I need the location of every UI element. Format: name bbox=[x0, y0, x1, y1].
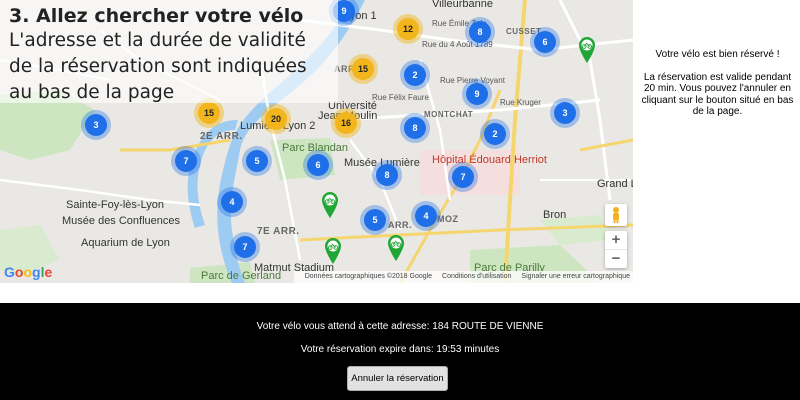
station-cluster-marker[interactable]: 6 bbox=[534, 31, 556, 53]
map-label-sainte-foy: Sainte-Foy-lès-Lyon bbox=[66, 199, 165, 211]
station-cluster-marker[interactable]: 2 bbox=[484, 123, 506, 145]
cancel-reservation-button[interactable]: Annuler la réservation bbox=[347, 366, 448, 391]
bike-pin-icon[interactable] bbox=[387, 234, 405, 262]
bike-address-text: Votre vélo vous attend à cette adresse: … bbox=[256, 321, 544, 332]
map-label-2e-arr: 2E ARR. bbox=[200, 131, 243, 142]
station-cluster-marker[interactable]: 8 bbox=[469, 21, 491, 43]
station-cluster-marker[interactable]: 3 bbox=[554, 102, 576, 124]
station-cluster-marker[interactable]: 6 bbox=[307, 154, 329, 176]
map-label-7e-arr: 7E ARR. bbox=[257, 226, 300, 237]
map-label-rue-kruger: Rue Kruger bbox=[500, 98, 541, 107]
map-label-parc-blandan: Parc Blandan bbox=[282, 142, 349, 154]
station-cluster-marker[interactable]: 12 bbox=[397, 18, 419, 40]
map-data-credit: Données cartographiques ©2018 Google bbox=[304, 273, 433, 280]
map-label-musee-confluences: Musée des Confluences bbox=[62, 215, 181, 227]
zoom-control: + − bbox=[605, 231, 627, 268]
station-cluster-marker[interactable]: 4 bbox=[415, 205, 437, 227]
zoom-in-button[interactable]: + bbox=[605, 231, 627, 249]
station-cluster-marker[interactable]: 7 bbox=[234, 236, 256, 258]
reservation-expiry-text: Votre réservation expire dans: 19:53 min… bbox=[300, 344, 500, 355]
reservation-footer: Votre vélo vous attend à cette adresse: … bbox=[0, 303, 800, 400]
google-logo[interactable]: Google bbox=[4, 264, 52, 280]
instruction-line-3: au bas de la page bbox=[9, 82, 175, 103]
station-cluster-marker[interactable]: 9 bbox=[466, 83, 488, 105]
map-label-montchat: MONTCHAT bbox=[424, 110, 474, 119]
map-report-link[interactable]: Signaler une erreur cartographique bbox=[521, 273, 630, 280]
map-label-villeurbanne: Villeurbanne bbox=[432, 0, 493, 10]
station-cluster-marker[interactable]: 3 bbox=[85, 114, 107, 136]
instruction-line-1: L'adresse et la durée de validité bbox=[9, 30, 306, 51]
station-cluster-marker[interactable]: 4 bbox=[221, 191, 243, 213]
reservation-confirmed-text: Votre vélo est bien réservé ! bbox=[655, 49, 780, 60]
map-label-hopital: Hôpital Édouard Herriot bbox=[432, 154, 547, 166]
station-cluster-marker[interactable]: 2 bbox=[404, 64, 426, 86]
map-terms-link[interactable]: Conditions d'utilisation bbox=[442, 273, 511, 280]
map-credits: Données cartographiques ©2018 Google Con… bbox=[293, 271, 633, 283]
map-label-parc-gerland: Parc de Gerland bbox=[201, 270, 282, 282]
station-cluster-marker[interactable]: 15 bbox=[198, 102, 220, 124]
reservation-validity-text: La réservation est valide pendant 20 min… bbox=[641, 71, 794, 118]
instruction-line-2: de la réservation sont indiquées bbox=[9, 56, 307, 77]
map-label-grand-ly: Grand Ly bbox=[597, 178, 633, 190]
station-cluster-marker[interactable]: 15 bbox=[352, 58, 374, 80]
map-label-rue-felix-faure: Rue Félix Faure bbox=[372, 93, 429, 102]
reservation-info-panel: Votre vélo est bien réservé ! La réserva… bbox=[637, 0, 798, 283]
station-cluster-marker[interactable]: 8 bbox=[404, 117, 426, 139]
bike-pin-icon[interactable] bbox=[321, 191, 339, 219]
station-cluster-marker[interactable]: 7 bbox=[175, 150, 197, 172]
map-label-mermoz: MOZ bbox=[437, 214, 459, 224]
bike-pin-icon[interactable] bbox=[324, 237, 342, 265]
bike-pin-icon[interactable] bbox=[578, 36, 596, 64]
zoom-out-button[interactable]: − bbox=[605, 250, 627, 268]
station-cluster-marker[interactable]: 5 bbox=[364, 209, 386, 231]
map-label-8e-arr: ARR. bbox=[388, 220, 412, 230]
station-cluster-marker[interactable]: 16 bbox=[335, 112, 357, 134]
map-label-aquarium: Aquarium de Lyon bbox=[81, 237, 170, 249]
instruction-overlay: 3. Allez chercher votre vélo L'adresse e… bbox=[0, 0, 338, 103]
instruction-title: 3. Allez chercher votre vélo bbox=[9, 5, 304, 27]
station-cluster-marker[interactable]: 5 bbox=[246, 150, 268, 172]
map[interactable]: Villeurbanne Lyon 1 CUSSET Rue Émile Zol… bbox=[0, 0, 633, 283]
street-view-pegman-icon[interactable] bbox=[605, 204, 627, 226]
station-cluster-marker[interactable]: 7 bbox=[452, 166, 474, 188]
map-label-bron: Bron bbox=[543, 209, 567, 221]
station-cluster-marker[interactable]: 20 bbox=[265, 108, 287, 130]
station-cluster-marker[interactable]: 8 bbox=[376, 164, 398, 186]
